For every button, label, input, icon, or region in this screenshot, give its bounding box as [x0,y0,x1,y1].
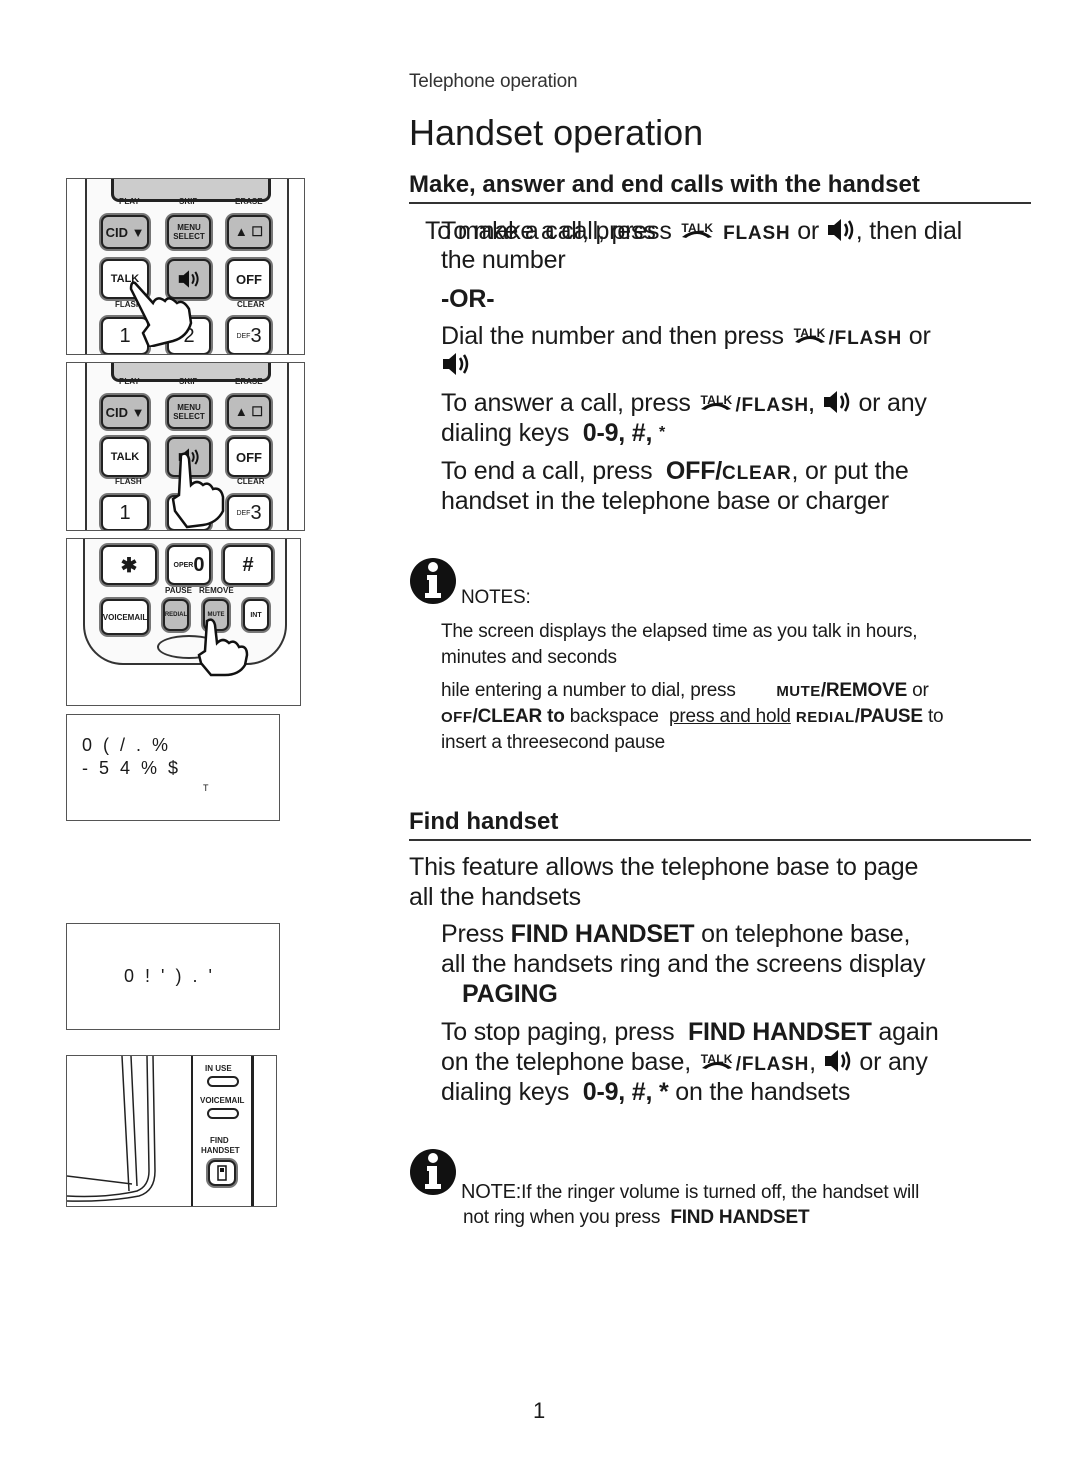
section-heading-make-calls: Make, answer and end calls with the hand… [409,171,920,198]
text: the number [441,246,566,274]
heading-rule [409,202,1031,204]
section-heading-find-handset: Find handset [409,808,559,835]
handset-mute-illustration: ✱ OPER 0 # PAUSE REMOVE VOICEMAIL REDIAL … [66,538,301,706]
key-3: DEF 3 [227,317,271,354]
text: handset in the telephone base or charger [441,487,889,515]
handset-talk-illustration: PLAY SKIP ERASE CID ▼ MENU SELECT ▲ ☐ TAL… [66,178,305,355]
info-icon [409,1147,457,1197]
off-key: OFF [227,259,271,299]
speakerphone-icon [826,216,856,251]
find-note: not ring when you press FIND HANDSET [463,1207,810,1228]
text: This feature allows the telephone base t… [409,853,919,881]
handset-screen-display: 0 ( / . % - 5 4 % $ T [66,714,280,821]
talk-handset-icon: TALK [680,216,714,242]
stop-paging-line: To stop paging, press FIND HANDSET again [441,1018,939,1046]
dial-then-press-line: Dial the number and then press TALK/FLAS… [441,321,931,350]
end-call-line: To end a call, press OFF/CLEAR, or put t… [441,457,909,485]
pointing-hand-icon [129,281,193,347]
stop-paging-line: dialing keys 0-9, #, * on the handsets [441,1078,851,1106]
cid-key: CID ▼ [101,215,149,249]
note-text: OFF/CLEAR to backspace press and hold RE… [441,706,944,727]
pointing-hand-icon [171,452,225,529]
heading-rule [409,839,1031,841]
notes-label: NOTES: [461,587,531,608]
info-icon [409,556,457,606]
page-number: 1 [533,1398,546,1423]
dialing-keys-line: dialing keys 0-9, #, * [441,419,665,447]
note-text: The screen displays the elapsed time as … [441,621,918,642]
text: all the handsets ring and the screens di… [441,950,926,978]
or-separator: -OR- [441,285,495,313]
speakerphone-icon [822,388,852,423]
handset-speaker-illustration: PLAY SKIP ERASE CID ▼ MENU SELECT ▲ ☐ TAL… [66,362,305,531]
telephone-base-illustration: IN USE VOICEMAIL FIND HANDSET [66,1055,277,1207]
handset-screen-paging: 0 ! ' ) . ' [66,923,280,1030]
text: all the handsets [409,883,581,911]
pointing-hand-icon [197,618,249,677]
up-key: ▲ ☐ [227,215,271,249]
note-text: insert a threesecond pause [441,732,666,753]
talk-handset-icon: TALK [793,321,827,347]
find-press-line: Press FIND HANDSET on telephone base, [441,920,911,948]
paging-display-text: PAGING [462,980,558,1008]
speakerphone-icon [441,350,471,383]
talk-handset-icon: TALK [699,388,733,414]
talk-handset-icon: TALK [700,1047,734,1073]
find-handset-button [208,1160,236,1186]
find-note: NOTE:If the ringer volume is turned off,… [461,1181,920,1203]
text: To make a call, press [441,217,672,245]
section-label: Telephone operation [409,71,578,92]
voicemail-light [207,1108,239,1119]
page-title: Handset operation [409,112,704,153]
menu-select-key: MENU SELECT [167,215,211,249]
in-use-light [207,1076,239,1087]
note-text: minutes and seconds [441,647,617,668]
note-text: hile entering a number to dial, press MU… [441,680,929,701]
